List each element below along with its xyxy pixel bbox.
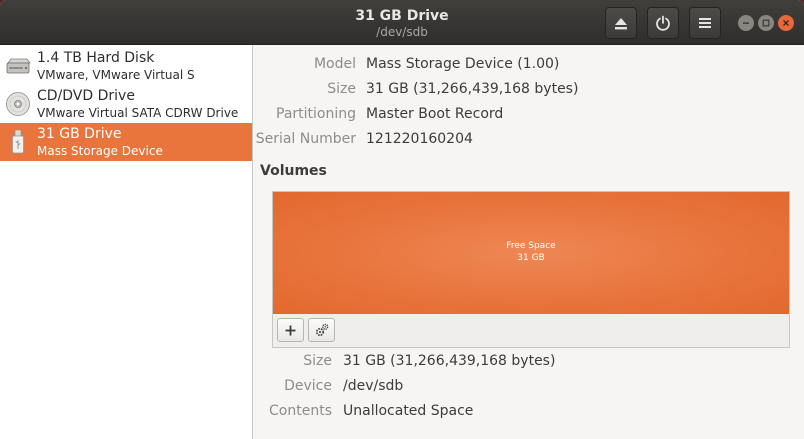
volume-size-value: 31 GB (31,266,439,168 bytes): [343, 353, 556, 369]
drive-detail: VMware Virtual SATA CDRW Drive: [37, 106, 239, 120]
volumes-frame: Free Space 31 GB: [272, 191, 790, 348]
volume-contents-value: Unallocated Space: [343, 403, 474, 419]
model-label: Model: [313, 56, 356, 72]
drive-item-hard-disk[interactable]: 1.4 TB Hard Disk VMware, VMware Virtual …: [0, 47, 252, 85]
drive-item-cd-dvd[interactable]: CD/DVD Drive VMware Virtual SATA CDRW Dr…: [0, 85, 252, 123]
plus-icon: [285, 325, 296, 335]
model-value: Mass Storage Device (1.00): [366, 56, 560, 72]
close-icon: [783, 20, 789, 26]
drive-detail: Mass Storage Device: [37, 144, 163, 158]
maximize-button[interactable]: [758, 15, 774, 31]
partitioning-label: Partitioning: [276, 106, 356, 122]
minimize-icon: [743, 22, 749, 24]
volume-label: Free Space: [506, 241, 556, 251]
drive-list: 1.4 TB Hard Disk VMware, VMware Virtual …: [0, 45, 253, 439]
drive-name: CD/DVD Drive: [37, 88, 135, 104]
close-button[interactable]: [778, 15, 794, 31]
serial-number-label: Serial Number: [255, 131, 356, 147]
volume-device-label: Device: [284, 378, 332, 394]
volume-size: 31 GB: [517, 253, 545, 263]
eject-button[interactable]: [605, 7, 637, 39]
size-value: 31 GB (31,266,439,168 bytes): [366, 81, 579, 97]
power-off-button[interactable]: [647, 7, 679, 39]
eject-icon: [615, 17, 627, 29]
gears-icon: [315, 323, 328, 337]
drive-name: 1.4 TB Hard Disk: [37, 50, 155, 66]
drive-item-usb[interactable]: 31 GB Drive Mass Storage Device: [0, 123, 252, 161]
volume-contents-label: Contents: [269, 403, 332, 419]
disks-window: 31 GB Drive /dev/sdb 1.4 TB Hard Disk VM…: [0, 0, 804, 439]
create-partition-button[interactable]: [277, 318, 304, 342]
maximize-icon: [762, 19, 770, 27]
volumes-heading: Volumes: [260, 163, 327, 179]
additional-options-button[interactable]: [308, 318, 335, 342]
optical-disc-icon: [6, 92, 30, 116]
hamburger-menu-icon: [699, 18, 711, 28]
free-space-volume[interactable]: Free Space 31 GB: [273, 192, 789, 314]
volume-size-label: Size: [303, 353, 332, 369]
drive-detail: VMware, VMware Virtual S: [37, 68, 195, 82]
drive-menu-button[interactable]: [689, 7, 721, 39]
window-subtitle: /dev/sdb: [376, 25, 428, 39]
window-title: 31 GB Drive: [355, 8, 449, 24]
drive-name: 31 GB Drive: [37, 126, 122, 142]
usb-drive-icon: [12, 129, 24, 154]
partitioning-value: Master Boot Record: [366, 106, 504, 122]
power-icon: [656, 15, 670, 31]
size-label: Size: [327, 81, 356, 97]
volume-device-value: /dev/sdb: [343, 378, 404, 394]
header-bar: 31 GB Drive /dev/sdb: [0, 0, 804, 45]
hard-disk-icon: [6, 58, 31, 74]
drive-details-panel: Model Mass Storage Device (1.00) Size 31…: [254, 45, 804, 439]
serial-number-value: 121220160204: [366, 131, 473, 147]
minimize-button[interactable]: [738, 15, 754, 31]
